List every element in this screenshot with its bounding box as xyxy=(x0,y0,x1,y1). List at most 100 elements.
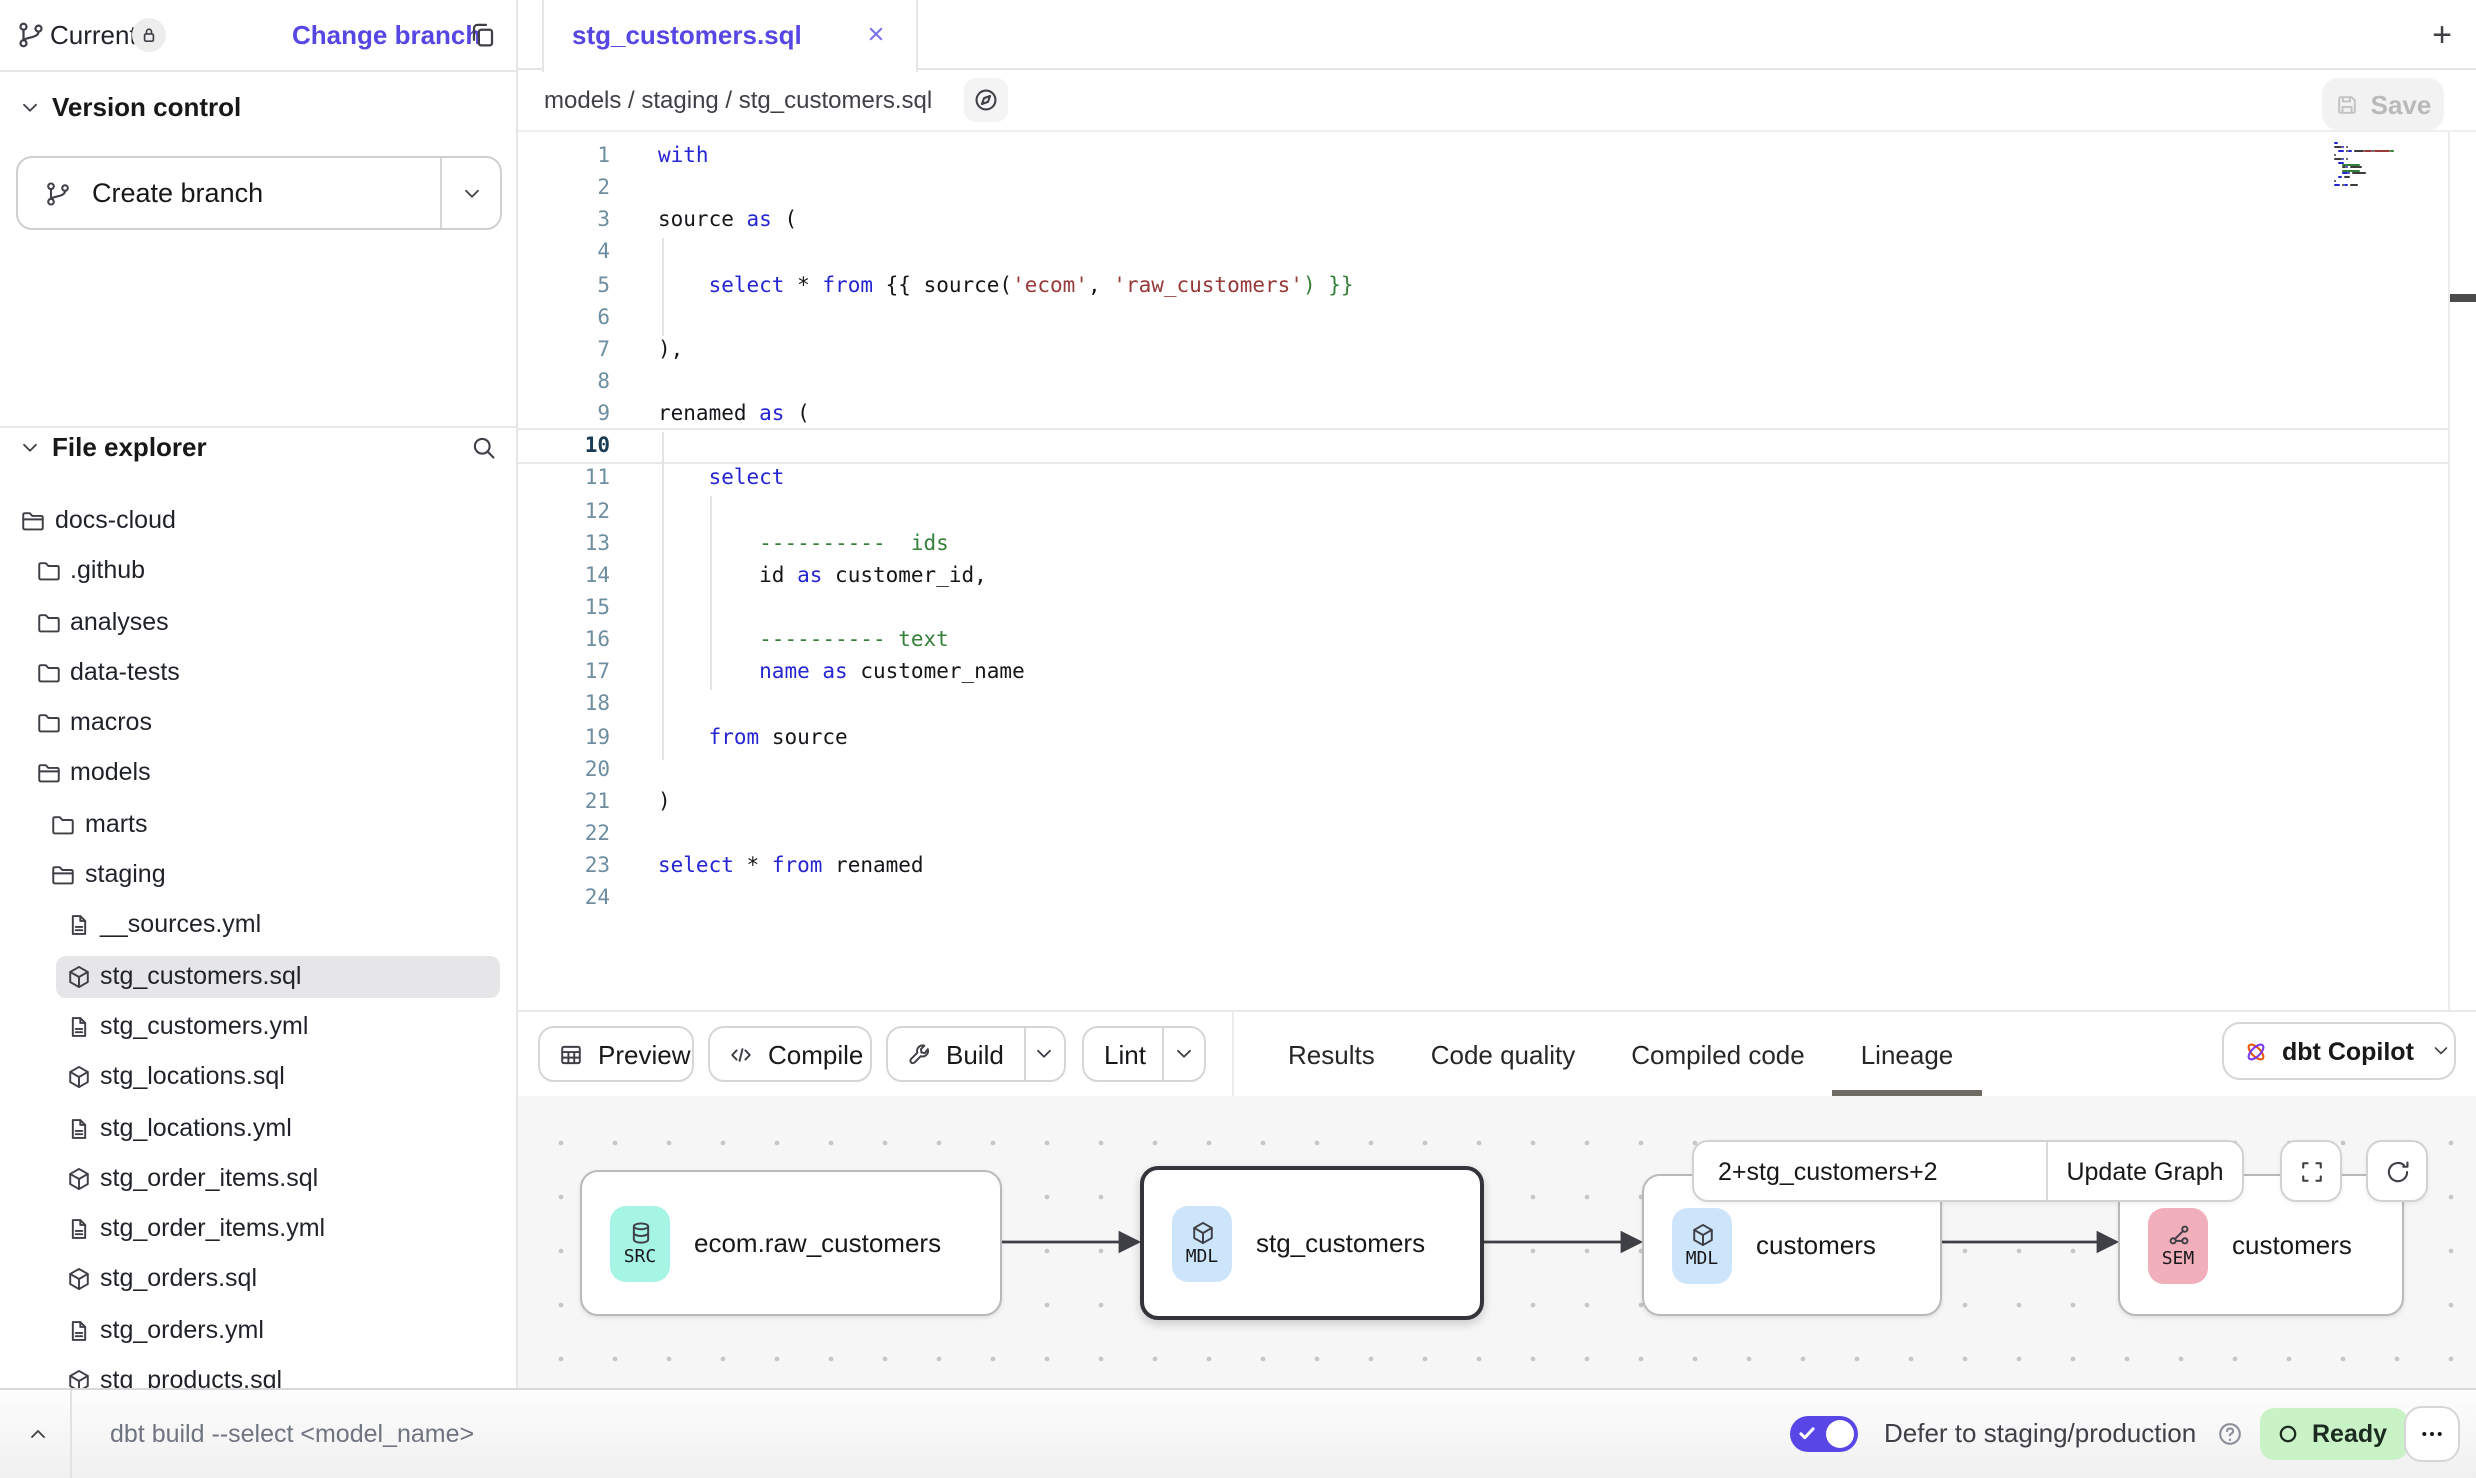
code-line-23[interactable]: 23select * from renamed xyxy=(518,850,2476,882)
code-line-5[interactable]: 5 select * from {{ source('ecom', 'raw_c… xyxy=(518,269,2476,301)
close-icon[interactable] xyxy=(864,22,888,46)
lineage-panel[interactable]: SRCecom.raw_customersMDLstg_customersMDL… xyxy=(518,1096,2476,1388)
tree-item-stg-orders-sql[interactable]: stg_orders.sql xyxy=(0,1255,516,1306)
code-text xyxy=(610,237,658,269)
dbt-copilot-button[interactable]: dbt Copilot xyxy=(2222,1022,2456,1080)
code-text xyxy=(610,301,658,333)
code-line-14[interactable]: 14 id as customer_id, xyxy=(518,560,2476,592)
tree-item-macros[interactable]: macros xyxy=(0,698,516,749)
file-explorer-header[interactable]: File explorer xyxy=(0,422,516,474)
search-icon[interactable] xyxy=(470,434,498,462)
tree-item--sources-yml[interactable]: __sources.yml xyxy=(0,901,516,952)
tree-item-staging[interactable]: staging xyxy=(0,850,516,901)
preview-button[interactable]: Preview xyxy=(538,1026,694,1082)
tree-item-marts[interactable]: marts xyxy=(0,800,516,851)
code-line-11[interactable]: 11 select xyxy=(518,463,2476,495)
change-branch-link[interactable]: Change branch xyxy=(292,0,481,70)
folder-icon xyxy=(35,609,61,635)
code-minimap[interactable] xyxy=(2334,142,2402,190)
build-button[interactable]: Build xyxy=(886,1026,1066,1082)
tree-item-label: stg_orders.yml xyxy=(100,1306,264,1357)
defer-toggle[interactable] xyxy=(1790,1416,1858,1452)
tree-item-models[interactable]: models xyxy=(0,749,516,800)
version-control-header[interactable]: Version control xyxy=(0,82,516,134)
editor-scroll-gutter xyxy=(2448,132,2476,1010)
tree-item-stg-order-items-sql[interactable]: stg_order_items.sql xyxy=(0,1154,516,1205)
tree-item-analyses[interactable]: analyses xyxy=(0,597,516,648)
tree-item-label: stg_products.sql xyxy=(100,1356,282,1388)
code-line-17[interactable]: 17 name as customer_name xyxy=(518,657,2476,689)
lineage-node-stg-customers[interactable]: MDLstg_customers xyxy=(1140,1166,1484,1320)
code-line-19[interactable]: 19 from source xyxy=(518,721,2476,753)
lineage-selector-input[interactable]: 2+stg_customers+2 xyxy=(1694,1142,2046,1200)
chevron-up-icon[interactable] xyxy=(26,1422,50,1446)
node-type-label: MDL xyxy=(1686,1249,1719,1269)
code-line-3[interactable]: 3source as ( xyxy=(518,205,2476,237)
code-line-13[interactable]: 13 ---------- ids xyxy=(518,527,2476,559)
update-graph-button[interactable]: Update Graph xyxy=(2046,1142,2242,1200)
command-input[interactable]: dbt build --select <model_name> xyxy=(110,1390,474,1478)
tree-item-stg-locations-yml[interactable]: stg_locations.yml xyxy=(0,1103,516,1154)
code-line-1[interactable]: 1with xyxy=(518,140,2476,172)
code-text xyxy=(610,495,658,527)
tab-compiled-code[interactable]: Compiled code xyxy=(1603,1012,1832,1096)
tab-code-quality[interactable]: Code quality xyxy=(1403,1012,1604,1096)
code-text: select * from {{ source('ecom', 'raw_cus… xyxy=(610,269,1354,301)
folder-icon xyxy=(35,710,61,736)
code-line-18[interactable]: 18 xyxy=(518,689,2476,721)
more-options-button[interactable] xyxy=(2404,1406,2460,1462)
code-text xyxy=(610,689,658,721)
code-line-12[interactable]: 12 xyxy=(518,495,2476,527)
compile-button[interactable]: Compile xyxy=(708,1026,872,1082)
tree-item-data-tests[interactable]: data-tests xyxy=(0,648,516,699)
copy-branch-icon[interactable] xyxy=(468,20,498,50)
compass-icon[interactable] xyxy=(964,78,1008,122)
code-line-16[interactable]: 16 ---------- text xyxy=(518,624,2476,656)
lint-dropdown[interactable] xyxy=(1162,1028,1204,1080)
code-line-8[interactable]: 8 xyxy=(518,366,2476,398)
document-icon xyxy=(65,1115,91,1141)
fullscreen-button[interactable] xyxy=(2280,1140,2342,1202)
code-line-24[interactable]: 24 xyxy=(518,882,2476,914)
tree-item-stg-customers-yml[interactable]: stg_customers.yml xyxy=(0,1002,516,1053)
main-panel: + stg_customers.sql models / staging / s… xyxy=(518,0,2476,1388)
create-branch-button[interactable]: Create branch xyxy=(16,156,502,230)
document-icon xyxy=(65,1115,91,1141)
save-button[interactable]: Save xyxy=(2322,78,2444,130)
tree-item-stg-customers-sql[interactable]: stg_customers.sql xyxy=(0,951,516,1002)
tree-item-stg-order-items-yml[interactable]: stg_order_items.yml xyxy=(0,1204,516,1255)
tab-stg-customers-sql[interactable]: stg_customers.sql xyxy=(542,0,918,72)
code-line-6[interactable]: 6 xyxy=(518,301,2476,333)
code-line-4[interactable]: 4 xyxy=(518,237,2476,269)
build-dropdown[interactable] xyxy=(1024,1028,1064,1080)
code-line-21[interactable]: 21) xyxy=(518,786,2476,818)
node-label: stg_customers xyxy=(1256,1228,1425,1258)
code-editor[interactable]: 1with23source as (45 select * from {{ so… xyxy=(518,132,2476,1010)
code-line-15[interactable]: 15 xyxy=(518,592,2476,624)
code-line-22[interactable]: 22 xyxy=(518,818,2476,850)
line-number: 1 xyxy=(518,140,610,172)
help-icon[interactable] xyxy=(2216,1420,2244,1448)
code-line-10[interactable]: 10 xyxy=(518,431,2476,463)
tree-item-stg-locations-sql[interactable]: stg_locations.sql xyxy=(0,1053,516,1104)
lineage-node-ecom-raw-customers[interactable]: SRCecom.raw_customers xyxy=(580,1170,1002,1316)
tab-results[interactable]: Results xyxy=(1260,1012,1403,1096)
tree-item--github[interactable]: .github xyxy=(0,547,516,598)
ready-label: Ready xyxy=(2312,1420,2387,1448)
code-line-2[interactable]: 2 xyxy=(518,172,2476,204)
editor-scrollbar-thumb[interactable] xyxy=(2450,294,2476,302)
code-text: source as ( xyxy=(610,205,797,237)
tree-item-stg-products-sql[interactable]: stg_products.sql xyxy=(0,1356,516,1388)
tab-lineage[interactable]: Lineage xyxy=(1833,1012,1982,1096)
code-text xyxy=(610,431,658,463)
lint-button[interactable]: Lint xyxy=(1082,1026,1206,1082)
tree-item-docs-cloud[interactable]: docs-cloud xyxy=(0,496,516,547)
create-branch-dropdown[interactable] xyxy=(440,158,500,228)
code-line-20[interactable]: 20 xyxy=(518,753,2476,785)
tree-item-stg-orders-yml[interactable]: stg_orders.yml xyxy=(0,1306,516,1357)
indent-guide xyxy=(661,431,663,759)
new-tab-button[interactable]: + xyxy=(2418,12,2466,60)
refresh-button[interactable] xyxy=(2366,1140,2428,1202)
code-line-9[interactable]: 9renamed as ( xyxy=(518,398,2476,430)
code-line-7[interactable]: 7), xyxy=(518,334,2476,366)
